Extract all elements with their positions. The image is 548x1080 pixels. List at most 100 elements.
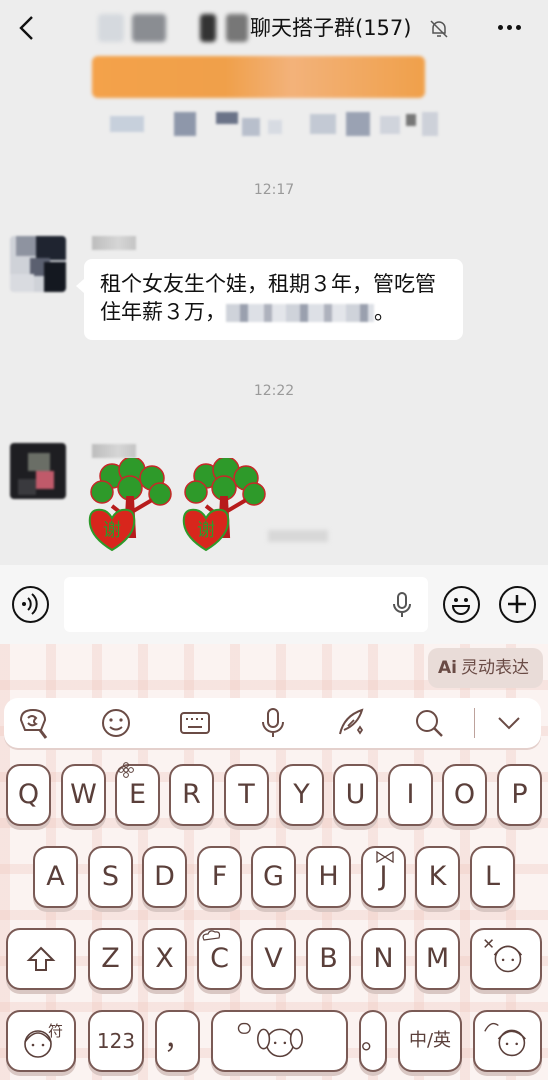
plus-icon — [508, 595, 526, 613]
emoji-panel-button[interactable] — [99, 706, 133, 740]
thank-you-tree-sticker[interactable]: 谢 — [176, 456, 268, 554]
emoji-button[interactable] — [443, 586, 480, 623]
language-switch-key[interactable]: 中/英 — [398, 1010, 462, 1072]
key-z[interactable]: Z — [88, 928, 133, 990]
sticker-text: 谢 — [197, 520, 215, 541]
search-button[interactable] — [412, 706, 446, 740]
key-u[interactable]: U — [333, 764, 378, 826]
quill-icon — [339, 708, 364, 735]
chevron-down-icon — [498, 717, 520, 730]
key-b[interactable]: B — [306, 928, 351, 990]
smiley-icon — [451, 598, 471, 615]
ai-expression-chip[interactable]: Ai 灵动表达 — [428, 648, 543, 688]
blurred-name-part — [226, 14, 248, 42]
blurred-name-part — [98, 14, 124, 42]
microphone-icon[interactable] — [392, 591, 412, 619]
collapse-keyboard-button[interactable] — [492, 706, 526, 740]
tree-heart-icon: 谢 — [182, 456, 266, 552]
key-l[interactable]: L — [470, 846, 515, 908]
numbers-key[interactable]: 123 — [88, 1010, 144, 1072]
search-icon — [416, 710, 443, 737]
more-dot — [498, 25, 503, 30]
handwriting-button[interactable] — [334, 706, 368, 740]
enter-key[interactable] — [473, 1010, 542, 1072]
keyboard-toolbar — [4, 698, 541, 748]
message-timestamp: 12:17 — [253, 182, 295, 198]
mute-bell-icon — [428, 18, 450, 40]
cartoon-girl-icon — [484, 939, 523, 973]
ime-keyboard: Ai 灵动表达 Q W E R T Y U I O P A S D F G H … — [0, 644, 548, 1080]
cartoon-puppy-icon — [237, 1022, 303, 1058]
more-dot — [516, 25, 521, 30]
toolbar-divider — [474, 708, 475, 738]
key-h[interactable]: H — [306, 846, 351, 908]
sender-nickname — [92, 444, 136, 458]
key-m[interactable]: M — [415, 928, 460, 990]
period-key[interactable]: 。 — [359, 1010, 388, 1072]
key-n[interactable]: N — [361, 928, 406, 990]
keyboard-skin-button[interactable] — [16, 706, 50, 740]
chevron-left-icon — [19, 16, 33, 40]
key-d[interactable]: D — [142, 846, 187, 908]
more-dot — [507, 25, 512, 30]
blurred-name-part — [132, 14, 166, 42]
comma-key[interactable]: ， — [155, 1010, 200, 1072]
key-f[interactable]: F — [197, 846, 242, 908]
key-p[interactable]: P — [497, 764, 542, 826]
key-k[interactable]: K — [415, 846, 460, 908]
symbols-key[interactable]: 符 — [6, 1010, 76, 1072]
space-key[interactable] — [211, 1010, 348, 1072]
sender-nickname — [92, 236, 136, 250]
symbols-key-label: 符 — [48, 1022, 64, 1040]
key-c[interactable]: C — [197, 928, 242, 990]
voice-input-button[interactable] — [256, 706, 290, 740]
message-input-bar — [0, 565, 548, 644]
microphone-icon — [262, 708, 284, 737]
key-e[interactable]: E — [115, 764, 160, 826]
key-s[interactable]: S — [88, 846, 133, 908]
redacted-text — [226, 304, 374, 322]
back-button[interactable] — [14, 14, 42, 42]
chat-header: 聊天搭子群(157) — [0, 0, 548, 58]
message-end-punct: 。 — [374, 300, 395, 324]
voice-mode-button[interactable] — [12, 586, 49, 623]
key-j[interactable]: J — [361, 846, 406, 908]
key-a[interactable]: A — [33, 846, 78, 908]
key-o[interactable]: O — [442, 764, 487, 826]
ai-label: 灵动表达 — [460, 658, 529, 678]
keyboard-switch-button[interactable] — [178, 706, 212, 740]
key-x[interactable]: X — [142, 928, 187, 990]
shift-arrow-icon — [26, 946, 56, 971]
pinned-notice-bar[interactable] — [92, 56, 425, 98]
key-y[interactable]: Y — [279, 764, 324, 826]
keyboard-icon — [180, 712, 210, 734]
key-i[interactable]: I — [388, 764, 433, 826]
blurred-caption — [268, 530, 328, 542]
voice-wave-icon — [22, 593, 38, 615]
message-bubble[interactable]: 租个女友生个娃，租期３年，管吃管住年薪３万，。 — [76, 259, 463, 340]
ai-badge: Ai — [438, 658, 457, 678]
tree-heart-icon: 谢 — [88, 456, 172, 552]
message-input[interactable] — [64, 577, 428, 632]
blurred-name-part — [200, 14, 216, 42]
sticker-text: 谢 — [103, 520, 121, 541]
key-v[interactable]: V — [251, 928, 296, 990]
key-w[interactable]: W — [61, 764, 106, 826]
more-attachments-button[interactable] — [499, 586, 536, 623]
thank-you-tree-sticker[interactable]: 谢 — [82, 456, 174, 554]
blurred-notice-text — [110, 112, 440, 140]
cartoon-girl-icon — [483, 1022, 526, 1057]
popsicle-logo-icon — [19, 708, 48, 739]
more-options-button[interactable] — [496, 14, 528, 42]
delete-key[interactable] — [470, 928, 542, 990]
smiley-icon — [102, 709, 130, 737]
key-g[interactable]: G — [251, 846, 296, 908]
message-timestamp: 12:22 — [253, 383, 295, 399]
sender-avatar[interactable] — [10, 443, 66, 499]
key-t[interactable]: T — [224, 764, 269, 826]
key-q[interactable]: Q — [6, 764, 51, 826]
chat-title: 聊天搭子群(157) — [250, 16, 412, 40]
shift-key[interactable] — [6, 928, 76, 990]
sender-avatar[interactable] — [10, 236, 66, 292]
key-r[interactable]: R — [169, 764, 214, 826]
